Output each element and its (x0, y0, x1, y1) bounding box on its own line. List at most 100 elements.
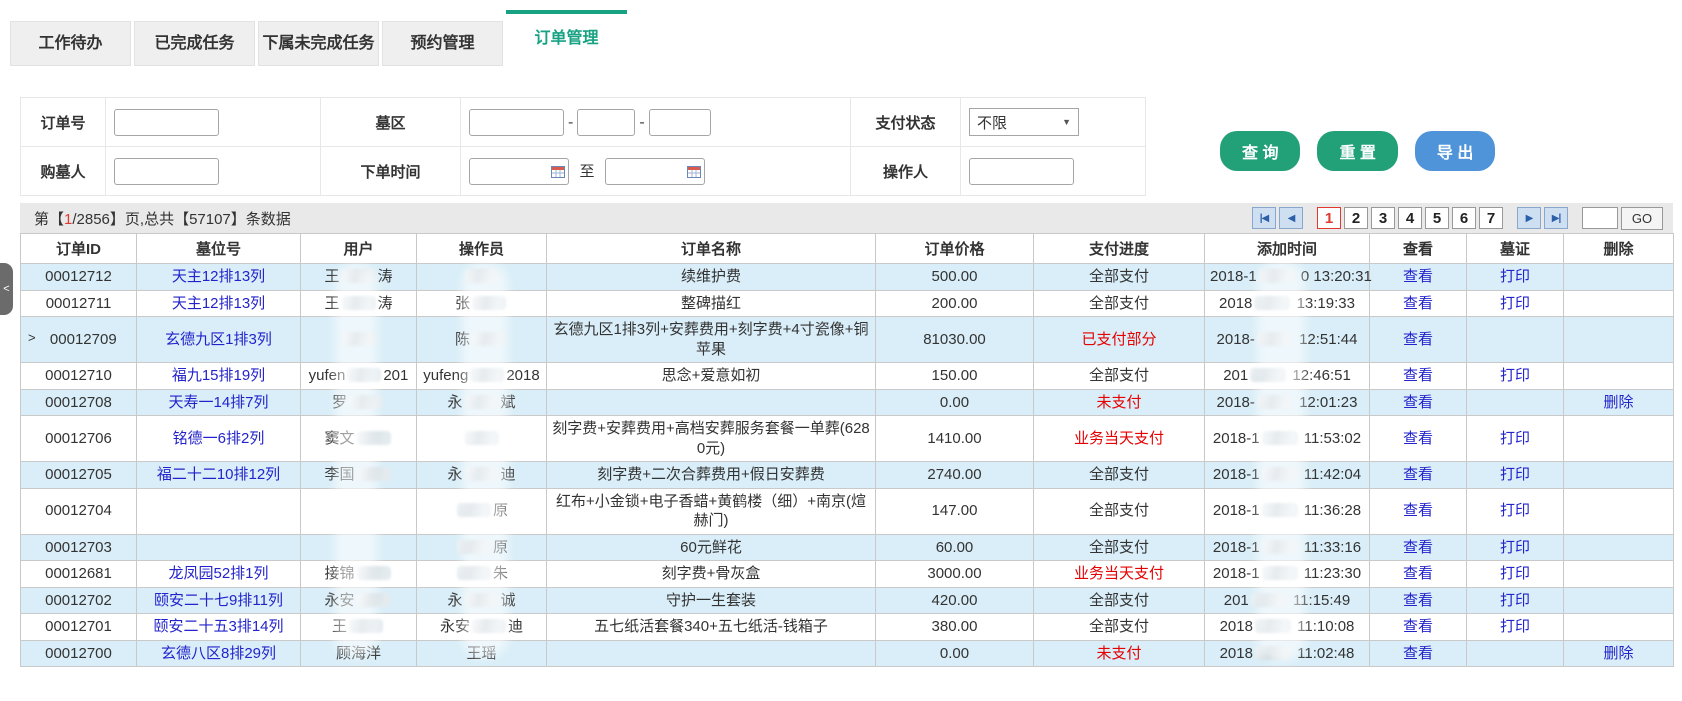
plot-cell: 玄德九区1排3列 (137, 317, 301, 363)
user-cell: yufen201 (301, 363, 417, 390)
plot-link[interactable]: 玄德九区1排3列 (165, 331, 272, 348)
page-button-2[interactable]: 2 (1344, 207, 1368, 229)
order-no-input[interactable] (114, 109, 219, 136)
cemetery-input-1[interactable] (469, 109, 564, 136)
print-link[interactable]: 打印 (1500, 367, 1530, 384)
view-link[interactable]: 查看 (1403, 394, 1433, 411)
add-time-text: 2018-1 (1210, 268, 1257, 285)
tab-subordinate-unfinished[interactable]: 下属未完成任务 (258, 21, 379, 66)
plot-cell (137, 534, 301, 561)
order-price-cell: 60.00 (876, 534, 1034, 561)
print-link[interactable]: 打印 (1500, 466, 1530, 483)
pay-status-cell: 全部支付 (1034, 264, 1205, 291)
cert-cell (1467, 389, 1564, 416)
operator-text: 诚 (501, 592, 516, 609)
print-link[interactable]: 打印 (1500, 565, 1530, 582)
plot-link[interactable]: 龙凤园52排1列 (168, 565, 268, 582)
user-cell: 李国 (301, 462, 417, 489)
go-button[interactable]: GO (1621, 207, 1663, 230)
order-no-label: 订单号 (21, 98, 106, 147)
tab-completed-tasks[interactable]: 已完成任务 (134, 21, 255, 66)
tab-work-todo[interactable]: 工作待办 (10, 21, 131, 66)
tab-appointment-management[interactable]: 预约管理 (382, 21, 503, 66)
plot-link[interactable]: 颐安二十七9排11列 (154, 592, 283, 609)
column-header: 订单名称 (547, 234, 876, 264)
prev-page-button[interactable]: ◀ (1279, 207, 1303, 229)
add-time-text: 13:19:33 (1292, 295, 1355, 312)
page-button-1[interactable]: 1 (1317, 207, 1341, 229)
table-row: 00012711天主12排13列王涛张整碑描红200.00全部支付2018 13… (21, 290, 1674, 317)
view-link[interactable]: 查看 (1403, 592, 1433, 609)
print-link[interactable]: 打印 (1500, 618, 1530, 635)
tab-bar: 工作待办 已完成任务 下属未完成任务 预约管理 订单管理 (10, 10, 1682, 66)
page-button-5[interactable]: 5 (1425, 207, 1449, 229)
column-header: 添加时间 (1205, 234, 1370, 264)
order-id-cell: 00012710 (21, 363, 137, 390)
view-link[interactable]: 查看 (1403, 539, 1433, 556)
tab-order-management[interactable]: 订单管理 (506, 10, 627, 66)
calendar-icon[interactable] (551, 165, 565, 178)
view-link[interactable]: 查看 (1403, 295, 1433, 312)
operator-input[interactable] (969, 158, 1074, 185)
plot-link[interactable]: 玄德八区8排29列 (161, 645, 276, 662)
view-link[interactable]: 查看 (1403, 502, 1433, 519)
cert-cell: 打印 (1467, 587, 1564, 614)
export-button[interactable]: 导 出 (1415, 131, 1495, 171)
view-link[interactable]: 查看 (1403, 645, 1433, 662)
plot-link[interactable]: 天主12排13列 (172, 268, 265, 285)
order-price-cell: 81030.00 (876, 317, 1034, 363)
print-link[interactable]: 打印 (1500, 592, 1530, 609)
print-link[interactable]: 打印 (1500, 430, 1530, 447)
plot-link[interactable]: 铭德一6排2列 (173, 430, 265, 447)
goto-page-input[interactable] (1582, 207, 1618, 229)
calendar-icon[interactable] (687, 165, 701, 178)
order-id: 00012702 (45, 592, 112, 609)
redaction-blur (342, 332, 376, 346)
print-link[interactable]: 打印 (1500, 539, 1530, 556)
cemetery-input-2[interactable] (577, 109, 635, 136)
view-link[interactable]: 查看 (1403, 331, 1433, 348)
view-link[interactable]: 查看 (1403, 430, 1433, 447)
reset-button[interactable]: 重 置 (1317, 131, 1397, 171)
user-cell: 王涛 (301, 264, 417, 291)
first-page-button[interactable]: |◀ (1252, 207, 1276, 229)
pay-status-select[interactable]: 不限 ▼ (969, 108, 1079, 136)
add-time-text: 11:36:28 (1300, 502, 1361, 519)
print-link[interactable]: 打印 (1500, 295, 1530, 312)
page-button-4[interactable]: 4 (1398, 207, 1422, 229)
query-button[interactable]: 查 询 (1220, 131, 1300, 171)
row-expand-marker[interactable]: > (28, 330, 36, 347)
next-page-button[interactable]: ▶ (1517, 207, 1541, 229)
operator-cell: 永安迪 (417, 614, 547, 641)
dash-separator: - (568, 114, 573, 131)
plot-link[interactable]: 颐安二十五3排14列 (153, 618, 283, 635)
add-time-text: 2018-1 (1213, 466, 1260, 483)
operator-cell: 永迪 (417, 462, 547, 489)
order-price-cell: 0.00 (876, 389, 1034, 416)
redaction-blur (1255, 619, 1291, 633)
view-link[interactable]: 查看 (1403, 367, 1433, 384)
buyer-input[interactable] (114, 158, 219, 185)
plot-link[interactable]: 天寿一14排7列 (168, 394, 268, 411)
view-link[interactable]: 查看 (1403, 268, 1433, 285)
page-button-7[interactable]: 7 (1479, 207, 1503, 229)
delete-link[interactable]: 删除 (1603, 645, 1633, 662)
delete-link[interactable]: 删除 (1603, 394, 1633, 411)
print-link[interactable]: 打印 (1500, 268, 1530, 285)
view-link[interactable]: 查看 (1403, 466, 1433, 483)
view-link[interactable]: 查看 (1403, 618, 1433, 635)
print-link[interactable]: 打印 (1500, 502, 1530, 519)
page-button-6[interactable]: 6 (1452, 207, 1476, 229)
plot-link[interactable]: 天主12排13列 (172, 295, 265, 312)
page-button-3[interactable]: 3 (1371, 207, 1395, 229)
add-time-text: 2018- (1217, 394, 1255, 411)
plot-link[interactable]: 福九15排19列 (172, 367, 265, 384)
table-row: 00012712天主12排13列王涛续维护费500.00全部支付2018-1 0… (21, 264, 1674, 291)
cemetery-input-3[interactable] (649, 109, 711, 136)
redaction-blur (1262, 467, 1298, 481)
plot-link[interactable]: 福二十二10排12列 (157, 466, 280, 483)
last-page-button[interactable]: ▶| (1544, 207, 1568, 229)
view-link[interactable]: 查看 (1403, 565, 1433, 582)
cert-cell: 打印 (1467, 534, 1564, 561)
sidebar-collapse-handle[interactable]: < (0, 263, 13, 315)
